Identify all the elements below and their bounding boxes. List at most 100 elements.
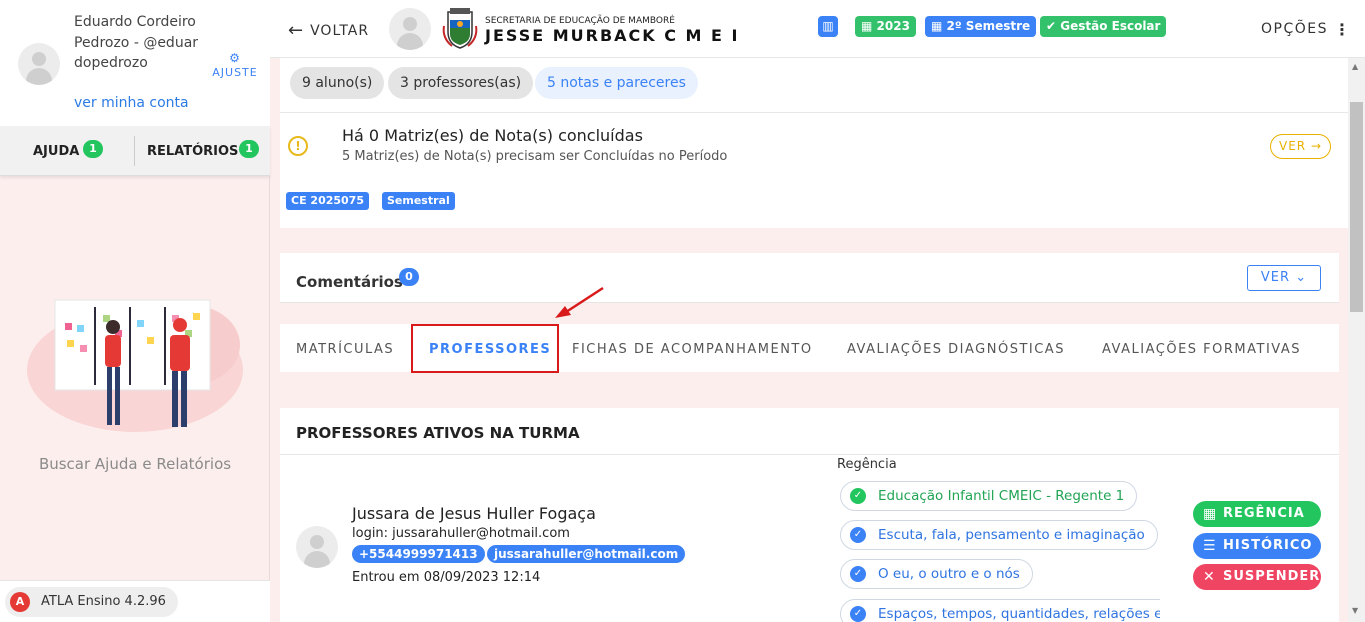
check-icon: ✓ bbox=[850, 488, 866, 504]
grades-pill[interactable]: 5 notas e pareceres bbox=[535, 67, 698, 99]
suspend-button-label: SUSPENDER bbox=[1223, 569, 1321, 584]
semester-chip[interactable]: ▦ 2º Semestre bbox=[925, 16, 1037, 37]
help-caption: Buscar Ajuda e Relatórios bbox=[38, 455, 232, 473]
regencia-list: ✓ Educação Infantil CMEIC - Regente 1 ✓ Es… bbox=[840, 481, 1160, 622]
professors-heading: PROFESSORES ATIVOS NA TURMA bbox=[296, 424, 580, 442]
check-icon: ✓ bbox=[850, 606, 866, 622]
matrix-title: Há 0 Matriz(es) de Nota(s) concluídas bbox=[342, 126, 643, 145]
view-comments-button[interactable]: VER ⌄ bbox=[1247, 265, 1321, 291]
tab-matriculas[interactable]: MATRÍCULAS bbox=[296, 342, 394, 357]
chevron-down-icon: ⌄ bbox=[1295, 270, 1308, 285]
professor-avatar-icon bbox=[296, 526, 338, 568]
professor-name: Jussara de Jesus Huller Fogaça bbox=[352, 504, 596, 523]
view-comments-label: VER bbox=[1260, 270, 1291, 285]
view-matrix-button[interactable]: VER → bbox=[1270, 134, 1331, 159]
tab-formativas[interactable]: AVALIAÇÕES FORMATIVAS bbox=[1102, 342, 1301, 357]
management-chip[interactable]: ✔ Gestão Escolar bbox=[1040, 16, 1167, 37]
regencia-item[interactable]: ✓ Espaços, tempos, quantidades, relações … bbox=[840, 599, 1160, 622]
card-divider bbox=[280, 112, 1350, 113]
regencia-label: Regência bbox=[837, 457, 897, 472]
class-code-tag: CE 2025075 bbox=[286, 192, 369, 210]
calendar-grid-icon: ▦ bbox=[1203, 506, 1218, 522]
atla-logo-icon: A bbox=[10, 592, 30, 612]
check-icon: ✓ bbox=[850, 566, 866, 582]
year-chip-label: 2023 bbox=[876, 19, 910, 33]
view-account-link[interactable]: ver minha conta bbox=[74, 95, 189, 111]
regencia-button[interactable]: ▦ REGÊNCIA bbox=[1193, 501, 1321, 527]
main-content: 9 aluno(s) 3 professores(as) 5 notas e p… bbox=[280, 58, 1350, 622]
scroll-down-icon[interactable]: ▼ bbox=[1352, 606, 1358, 615]
tab-highlight-box bbox=[411, 324, 559, 373]
regencia-item-label: O eu, o outro e o nós bbox=[878, 566, 1020, 582]
tab-fichas[interactable]: FICHAS DE ACOMPANHAMENTO bbox=[572, 342, 813, 357]
history-button-label: HISTÓRICO bbox=[1223, 538, 1313, 553]
history-button[interactable]: ☰ HISTÓRICO bbox=[1193, 533, 1321, 559]
top-bar: ← VOLTAR SECRETARIA DE EDUCAÇÃO DE MAMBOR… bbox=[270, 0, 1365, 58]
gear-icon: ⚙ bbox=[229, 51, 241, 65]
back-label: VOLTAR bbox=[310, 23, 370, 39]
annotation-arrow bbox=[555, 286, 604, 318]
regencia-item[interactable]: ✓ Escuta, fala, pensamento e imaginação bbox=[840, 520, 1158, 550]
page-scrollbar[interactable]: ▲ ▼ bbox=[1348, 58, 1365, 622]
professors-divider bbox=[280, 454, 1339, 455]
professor-login: login: jussarahuller@hotmail.com bbox=[352, 526, 570, 541]
crest-icon bbox=[442, 8, 478, 49]
user-name: Eduardo Cordeiro Pedrozo - @eduardopedro… bbox=[74, 14, 199, 71]
school-avatar-icon[interactable] bbox=[389, 8, 431, 50]
scrollbar-thumb[interactable] bbox=[1350, 102, 1363, 312]
comments-title: Comentários bbox=[296, 273, 403, 291]
back-button[interactable]: ← VOLTAR bbox=[288, 20, 369, 41]
management-chip-label: Gestão Escolar bbox=[1060, 19, 1161, 33]
settings-label: AJUSTE bbox=[212, 66, 258, 79]
help-illustration bbox=[27, 299, 243, 432]
version-label: ATLA Ensino 4.2.96 bbox=[41, 594, 166, 609]
tab-divider bbox=[134, 136, 135, 166]
reports-tab[interactable]: RELATÓRIOS bbox=[147, 144, 238, 159]
regencia-button-label: REGÊNCIA bbox=[1223, 506, 1305, 521]
sidebar: Eduardo Cordeiro Pedrozo - @eduardopedro… bbox=[0, 0, 270, 622]
kebab-menu-icon[interactable]: ⋮ bbox=[1334, 20, 1350, 39]
regencia-item-label: Espaços, tempos, quantidades, relações e… bbox=[878, 606, 1160, 622]
period-tag: Semestral bbox=[382, 192, 455, 210]
calendar-icon: ▦ bbox=[931, 19, 947, 33]
students-pill[interactable]: 9 aluno(s) bbox=[290, 67, 385, 99]
scroll-up-icon[interactable]: ▲ bbox=[1352, 62, 1358, 71]
matrix-subtitle: 5 Matriz(es) de Nota(s) precisam ser Con… bbox=[342, 149, 728, 164]
reports-count-badge: 1 bbox=[239, 140, 259, 158]
teachers-pill[interactable]: 3 professores(as) bbox=[388, 67, 534, 99]
professor-entry-date: Entrou em 08/09/2023 12:14 bbox=[352, 570, 541, 585]
school-subtitle: SECRETARIA DE EDUCAÇÃO DE MAMBORÉ bbox=[485, 16, 675, 26]
summary-card: 9 aluno(s) 3 professores(as) 5 notas e p… bbox=[280, 58, 1350, 228]
regencia-item[interactable]: ✓ Educação Infantil CMEIC - Regente 1 bbox=[840, 481, 1138, 511]
view-matrix-label: VER bbox=[1278, 139, 1307, 153]
settings-button[interactable]: ⚙ AJUSTE bbox=[209, 52, 261, 79]
regencia-item[interactable]: ✓ O eu, o outro e o nós bbox=[840, 559, 1033, 589]
school-name: JESSE MURBACK C M E I bbox=[485, 26, 740, 45]
year-chip[interactable]: ▦ 2023 bbox=[855, 16, 916, 37]
comments-count-badge: 0 bbox=[399, 268, 419, 286]
check-circle-icon: ✔ bbox=[1046, 19, 1061, 33]
professor-phone[interactable]: +5544999971413 bbox=[352, 545, 485, 563]
check-icon: ✓ bbox=[850, 527, 866, 543]
help-tab[interactable]: AJUDA bbox=[33, 144, 79, 159]
regencia-item-label: Escuta, fala, pensamento e imaginação bbox=[878, 527, 1145, 543]
footer-bar: A ATLA Ensino 4.2.96 bbox=[0, 580, 270, 622]
warning-icon: ! bbox=[288, 136, 308, 156]
help-tab-label: AJUDA bbox=[33, 144, 80, 159]
professor-email[interactable]: jussarahuller@hotmail.com bbox=[487, 545, 686, 563]
reports-tab-label: RELATÓRIOS bbox=[147, 144, 239, 159]
version-pill[interactable]: A ATLA Ensino 4.2.96 bbox=[5, 587, 178, 617]
arrow-right-icon: → bbox=[1310, 139, 1323, 153]
user-profile-box: Eduardo Cordeiro Pedrozo - @eduardopedro… bbox=[0, 0, 270, 126]
back-arrow-icon: ← bbox=[288, 20, 305, 41]
semester-chip-label: 2º Semestre bbox=[946, 19, 1031, 33]
suspend-button[interactable]: ✕ SUSPENDER bbox=[1193, 564, 1321, 590]
tabs-bar: MATRÍCULAS PROFESSORES FICHAS DE ACOMPAN… bbox=[280, 324, 1339, 373]
options-button[interactable]: OPÇÕES bbox=[1261, 21, 1328, 37]
professors-card: PROFESSORES ATIVOS NA TURMA Jussara de J… bbox=[280, 408, 1339, 622]
user-avatar-icon[interactable] bbox=[18, 43, 60, 85]
tab-diagnosticas[interactable]: AVALIAÇÕES DIAGNÓSTICAS bbox=[847, 342, 1065, 357]
calendar-icon: ▦ bbox=[861, 19, 877, 33]
chart-icon[interactable]: ▥ bbox=[818, 16, 838, 37]
help-tabs: AJUDA 1 RELATÓRIOS 1 bbox=[0, 126, 270, 176]
